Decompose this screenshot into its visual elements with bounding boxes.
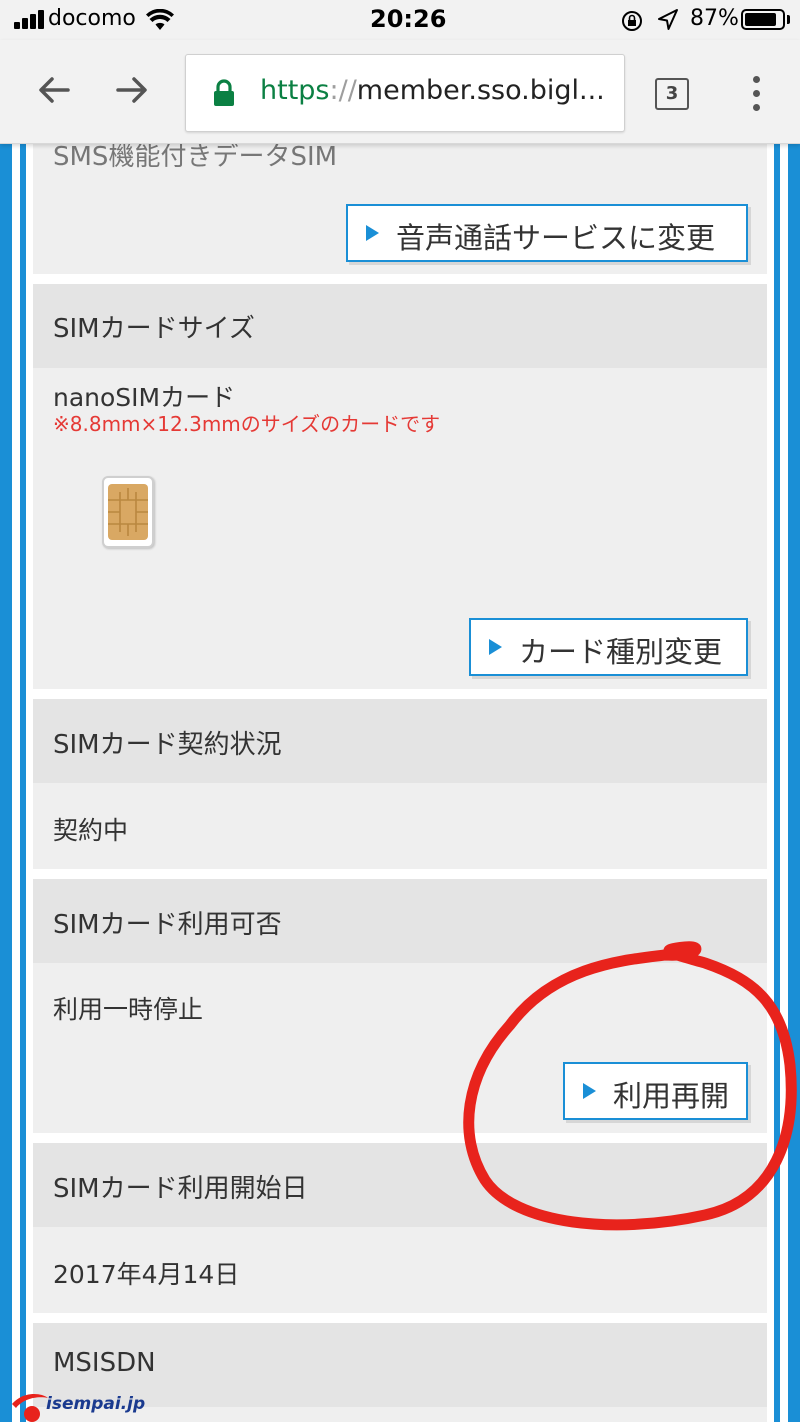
sim-size-note: ※8.8mm×12.3mmのサイズのカードです <box>53 412 441 436</box>
right-border-stripe <box>788 144 800 1422</box>
sim-size-label: SIMカードサイズ <box>53 314 255 344</box>
status-bar: docomo 20:26 87% <box>0 0 800 40</box>
battery-tip <box>787 15 790 24</box>
resume-usage-label: 利用再開 <box>613 1079 730 1113</box>
play-triangle-icon <box>583 1083 596 1099</box>
battery-icon <box>741 9 785 30</box>
change-card-type-label: カード種別変更 <box>519 635 723 669</box>
browser-toolbar: https://member.sso.bigl... 3 <box>0 40 800 144</box>
signal-strength-icon <box>14 10 48 29</box>
nano-sim-card-image <box>102 476 154 548</box>
rotation-lock-icon <box>622 11 642 31</box>
forward-arrow-icon[interactable] <box>112 70 152 110</box>
wifi-icon <box>146 9 174 30</box>
url-scheme: https <box>260 75 330 106</box>
start-date-panel: SIMカード利用開始日 2017年4月14日 <box>33 1143 767 1313</box>
overflow-menu-icon[interactable] <box>748 76 764 112</box>
contract-status-label: SIMカード契約状況 <box>53 730 282 760</box>
tab-switcher-button[interactable]: 3 <box>655 78 689 110</box>
contract-status-value: 契約中 <box>53 816 129 845</box>
page-content: SMS機能付きデータSIM 音声通話サービスに変更 SIMカードサイズ nano… <box>0 142 800 1422</box>
contract-status-panel: SIMカード契約状況 契約中 <box>33 699 767 869</box>
play-triangle-icon <box>489 639 502 655</box>
watermark-text: isempai.jp <box>46 1394 146 1414</box>
availability-value: 利用一時停止 <box>53 995 204 1024</box>
change-card-type-button[interactable]: カード種別変更 <box>469 618 748 676</box>
sim-chip-icon <box>108 484 148 540</box>
url-separator: :// <box>329 75 357 106</box>
change-to-voice-button[interactable]: 音声通話サービスに変更 <box>346 204 748 262</box>
left-border-stripe <box>0 144 12 1422</box>
change-to-voice-label: 音声通話サービスに変更 <box>396 221 716 255</box>
left-border-stripe-inner <box>20 144 26 1422</box>
right-border-stripe-inner <box>774 144 780 1422</box>
msisdn-label: MSISDN <box>53 1348 156 1378</box>
clock: 20:26 <box>370 5 447 33</box>
availability-label: SIMカード利用可否 <box>53 910 282 940</box>
secure-lock-icon <box>214 79 234 106</box>
battery-percent: 87% <box>690 6 739 31</box>
watermark-logo: isempai.jp <box>8 1388 145 1422</box>
address-bar[interactable]: https://member.sso.bigl... <box>185 54 625 132</box>
carrier-name: docomo <box>48 6 136 31</box>
watermark-swoosh-icon <box>12 1394 48 1422</box>
back-arrow-icon[interactable] <box>34 70 74 110</box>
play-triangle-icon <box>366 225 379 241</box>
url-host: member.sso.bigl... <box>356 75 605 106</box>
url-text: https://member.sso.bigl... <box>260 75 605 106</box>
start-date-value: 2017年4月14日 <box>53 1260 240 1289</box>
location-arrow-icon <box>658 9 678 30</box>
resume-usage-button[interactable]: 利用再開 <box>563 1062 748 1120</box>
start-date-label: SIMカード利用開始日 <box>53 1174 308 1204</box>
